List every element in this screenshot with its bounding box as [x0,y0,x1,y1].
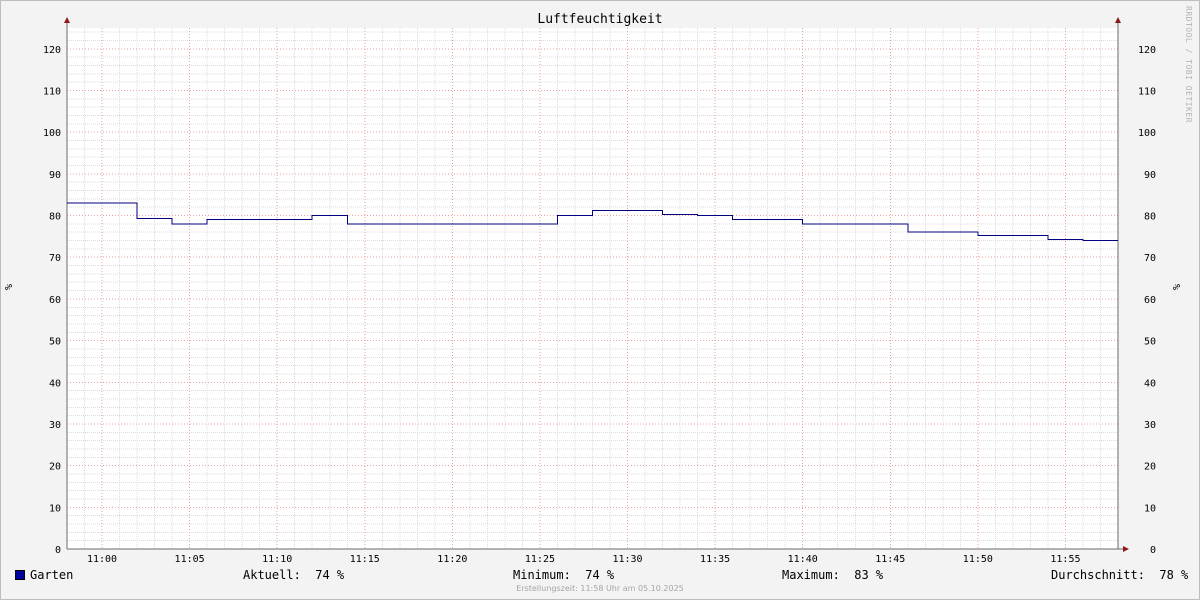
y-tick-label-left: 70 [49,253,61,264]
y-tick-label-right: 10 [1144,503,1156,514]
y-axis-right-arrow [1115,17,1121,23]
x-tick-label: 11:30 [612,554,642,565]
y-tick-label-left: 120 [43,45,61,56]
y-tick-label-left: 90 [49,170,61,181]
legend-swatch-garten [15,570,25,580]
y-tick-label-left: 100 [43,128,61,139]
y-axis-label-left: % [4,284,15,290]
x-tick-label: 11:55 [1050,554,1080,565]
y-tick-label-right: 70 [1144,253,1156,264]
x-tick-label: 11:00 [87,554,117,565]
y-tick-label-right: 110 [1138,87,1156,98]
legend-average: Durchschnitt: 78 % [1051,568,1189,582]
y-tick-label-left: 30 [49,420,61,431]
y-tick-label-right: 120 [1138,45,1156,56]
y-tick-label-right: 80 [1144,212,1156,223]
chart-title: Luftfeuchtigkeit [537,12,662,27]
y-tick-label-right: 90 [1144,170,1156,181]
y-tick-label-right: 20 [1144,462,1156,473]
y-tick-label-left: 20 [49,462,61,473]
y-tick-label-left: 10 [49,503,61,514]
y-tick-label-left: 0 [55,545,61,556]
y-tick-label-right: 100 [1138,128,1156,139]
y-tick-label-right: 50 [1144,337,1156,348]
x-axis-arrow [1123,546,1129,552]
y-tick-labels-right: 0 10 20 30 40 50 60 70 80 90 100 110 120 [1138,45,1156,556]
y-tick-labels-left: 0 10 20 30 40 50 60 70 80 90 100 110 120 [43,45,61,556]
y-tick-label-right: 0 [1150,545,1156,556]
y-tick-label-left: 80 [49,212,61,223]
legend-current: Aktuell: 74 % [243,568,345,582]
x-tick-label: 11:05 [175,554,205,565]
x-tick-label: 11:50 [963,554,993,565]
x-tick-label: 11:10 [262,554,292,565]
legend-minimum: Minimum: 74 % [513,568,615,582]
y-tick-label-right: 40 [1144,378,1156,389]
grid-minor [67,28,1118,549]
x-tick-label: 11:45 [875,554,905,565]
y-tick-label-left: 110 [43,87,61,98]
legend-series-name: Garten [30,568,74,582]
y-tick-label-left: 60 [49,295,61,306]
y-tick-label-right: 30 [1144,420,1156,431]
x-tick-label: 11:25 [525,554,555,565]
y-axis-left-arrow [64,17,70,23]
legend-maximum: Maximum: 83 % [782,568,884,582]
y-tick-label-left: 50 [49,337,61,348]
x-tick-label: 11:35 [700,554,730,565]
x-tick-labels: 11:00 11:05 11:10 11:15 11:20 11:25 11:30 11:35… [87,554,1081,565]
y-axis-label-right: % [1172,284,1183,290]
y-tick-label-right: 60 [1144,295,1156,306]
legend: Garten Aktuell: 74 % Minimum: 74 % Maxim… [0,566,1200,584]
x-tick-label: 11:40 [788,554,818,565]
creation-time-footer: Erstellungszeit: 11:58 Uhr am 05.10.2025 [516,584,684,593]
x-tick-label: 11:15 [350,554,380,565]
humidity-chart: 0 10 20 30 40 50 60 70 80 90 100 110 120 0 10 20 30 40 50… [4,12,1183,565]
x-tick-label: 11:20 [437,554,467,565]
rrdtool-watermark: RRDTOOL / TOBI OETIKER [1184,6,1193,123]
y-tick-label-left: 40 [49,378,61,389]
